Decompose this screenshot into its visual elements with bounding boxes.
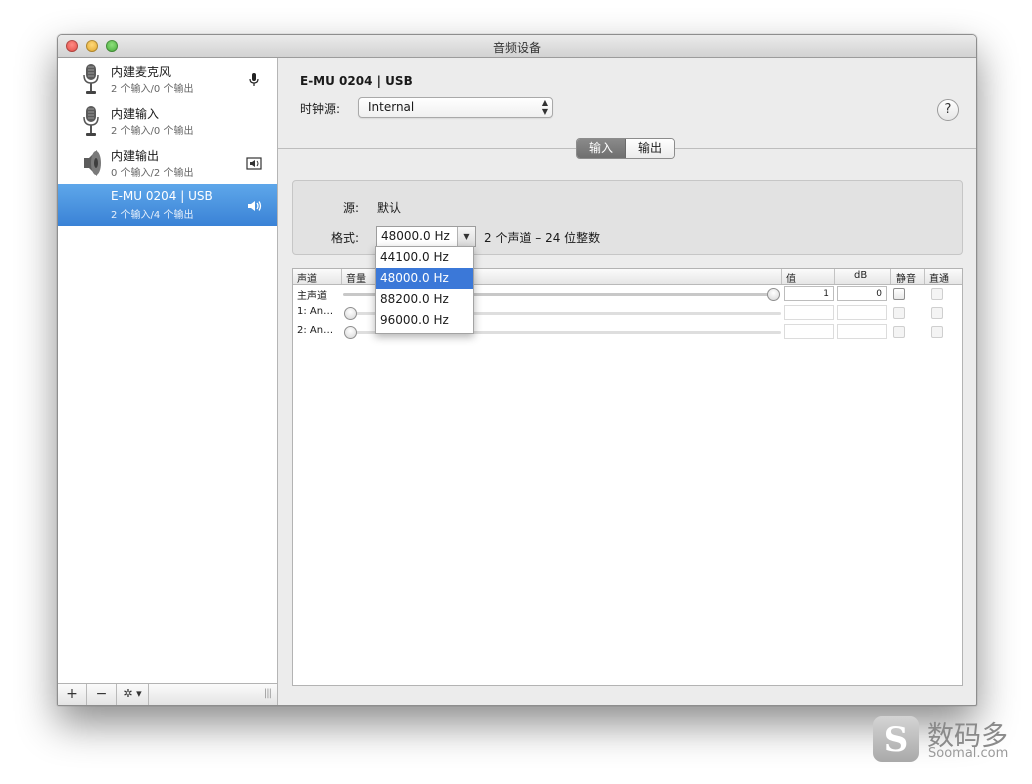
mute-checkbox[interactable]	[893, 288, 905, 300]
volume-knob	[344, 326, 357, 339]
add-device-button[interactable]: +	[58, 684, 87, 705]
device-name: 内建输入	[111, 107, 160, 121]
source-value: 默认	[377, 201, 402, 215]
value-field	[784, 324, 834, 339]
tab-output[interactable]: 输出	[626, 139, 674, 158]
thru-checkbox	[931, 307, 943, 319]
device-item-builtin-input[interactable]: 内建输入 2 个输入/0 个输出	[58, 100, 277, 142]
column-channel[interactable]: 声道	[297, 270, 317, 285]
format-description: 2 个声道 – 24 位整数	[484, 231, 601, 245]
device-detail-pane: E-MU 0204 | USB 时钟源: Internal ▲ ▼ ? 输入 输出…	[278, 58, 976, 705]
title-bar[interactable]: 音频设备	[58, 35, 976, 58]
db-field	[837, 305, 887, 320]
device-item-builtin-mic[interactable]: 内建麦克风 2 个输入/0 个输出	[58, 58, 277, 100]
device-io-count: 2 个输入/4 个输出	[111, 210, 194, 221]
tab-input[interactable]: 输入	[577, 139, 626, 158]
mic-status-icon	[249, 73, 259, 86]
system-output-icon	[246, 157, 262, 170]
watermark-en: Soomal.com	[928, 746, 1009, 761]
thru-checkbox	[931, 326, 943, 338]
device-name: E-MU 0204 | USB	[111, 189, 213, 203]
device-item-builtin-output[interactable]: 内建输出 0 个输入/2 个输出	[58, 142, 277, 184]
format-option-96000[interactable]: 96000.0 Hz	[376, 310, 473, 331]
volume-knob[interactable]	[767, 288, 780, 301]
microphone-icon	[83, 106, 99, 136]
chevron-down-icon[interactable]: ▼	[457, 227, 475, 246]
gear-menu-button[interactable]: ✲ ▾	[117, 684, 149, 705]
clock-source-value: Internal	[368, 100, 415, 114]
format-option-48000[interactable]: 48000.0 Hz	[376, 268, 473, 289]
device-list: 内建麦克风 2 个输入/0 个输出 内建输入 2 个输入/0 个输出 内建输出 …	[58, 58, 278, 705]
device-item-emu-0204[interactable]: E-MU 0204 | USB 2 个输入/4 个输出	[58, 184, 277, 226]
window-title: 音频设备	[492, 41, 541, 55]
db-field	[837, 324, 887, 339]
device-name: 内建麦克风	[111, 65, 172, 79]
db-field[interactable]: 0	[837, 286, 887, 301]
channel-name: 主声道	[297, 291, 327, 302]
channel-name: 1: An…	[297, 306, 334, 317]
format-value: 48000.0 Hz	[381, 229, 450, 243]
volume-knob	[344, 307, 357, 320]
remove-device-button[interactable]: −	[87, 684, 117, 705]
soomal-logo: S	[873, 716, 919, 762]
help-button[interactable]: ?	[937, 99, 959, 121]
device-name: 内建输出	[111, 149, 160, 163]
updown-arrows-icon: ▲ ▼	[541, 98, 548, 116]
logo-letter: S	[883, 720, 909, 760]
column-value[interactable]: 值	[786, 270, 796, 285]
column-volume[interactable]: 音量	[346, 270, 366, 285]
column-thru[interactable]: 直通	[929, 270, 949, 285]
clock-source-popup[interactable]: Internal ▲ ▼	[358, 97, 553, 118]
format-combo[interactable]: 48000.0 Hz ▼	[376, 226, 476, 247]
audio-devices-window: 音频设备 内建麦克风 2 个输入/0 个输出 内建输入 2 个输入/0 个输出 …	[57, 34, 977, 706]
microphone-icon	[83, 64, 99, 94]
channel-name: 2: An…	[297, 325, 334, 336]
speaker-volume-icon	[248, 201, 262, 211]
mute-checkbox	[893, 307, 905, 319]
device-io-count: 2 个输入/0 个输出	[111, 126, 194, 137]
format-group: 源: 默认 格式: 48000.0 Hz ▼ 2 个声道 – 24 位整数	[292, 180, 963, 255]
device-title: E-MU 0204 | USB	[300, 74, 413, 88]
mute-checkbox	[893, 326, 905, 338]
sidebar-footer: + − ✲ ▾ |||	[58, 683, 277, 705]
value-field	[784, 305, 834, 320]
column-db[interactable]: dB	[854, 270, 867, 281]
device-io-count: 0 个输入/2 个输出	[111, 168, 194, 179]
thru-checkbox	[931, 288, 943, 300]
resize-grip-icon[interactable]: |||	[264, 688, 272, 699]
device-io-count: 2 个输入/0 个输出	[111, 84, 194, 95]
column-mute[interactable]: 静音	[896, 270, 916, 285]
clock-source-label: 时钟源:	[300, 102, 341, 116]
io-tab-control: 输入 输出	[576, 138, 675, 159]
speaker-icon	[84, 150, 101, 176]
format-label: 格式:	[331, 231, 360, 245]
format-option-88200[interactable]: 88200.0 Hz	[376, 289, 473, 310]
source-label: 源:	[343, 201, 360, 215]
format-dropdown-menu: 44100.0 Hz 48000.0 Hz 88200.0 Hz 96000.0…	[375, 246, 474, 334]
format-option-44100[interactable]: 44100.0 Hz	[376, 247, 473, 268]
value-field[interactable]: 1	[784, 286, 834, 301]
